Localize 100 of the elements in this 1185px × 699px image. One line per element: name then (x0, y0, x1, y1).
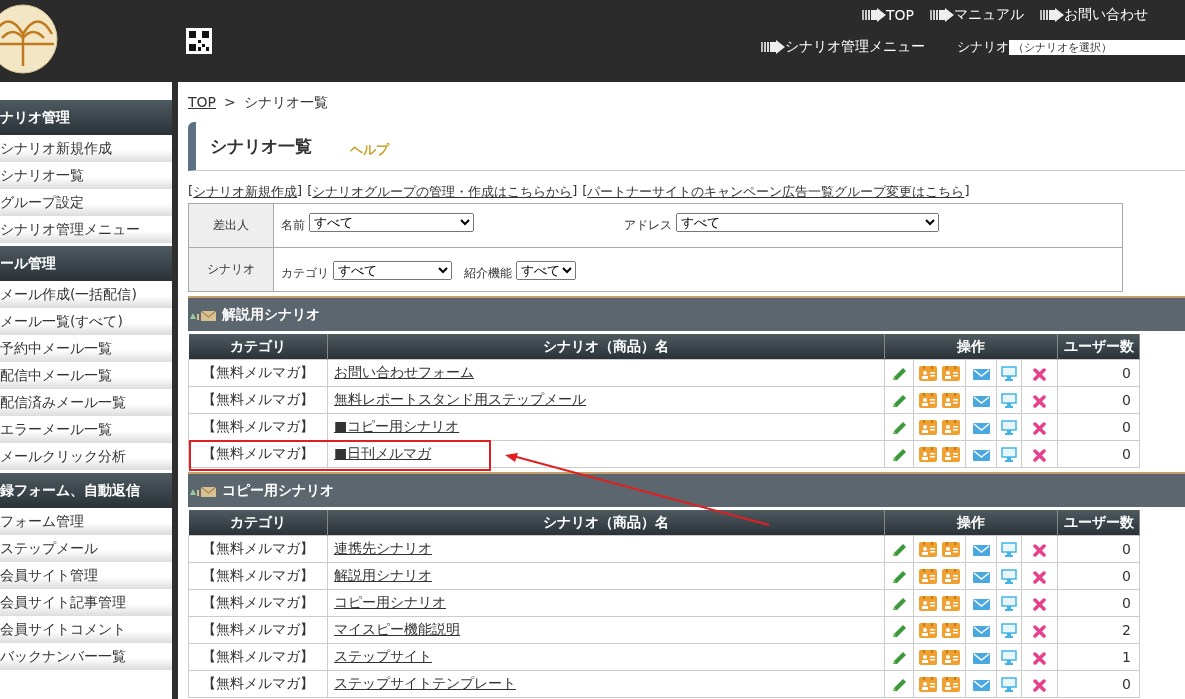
user-count: 0 (1057, 440, 1140, 468)
scenario-select[interactable]: （シナリオを選択） (1009, 39, 1185, 55)
monitor-icon (1001, 596, 1017, 612)
field-label: 名前 (281, 217, 305, 234)
sidebar-heading: ール管理 (0, 246, 172, 281)
user-count: 0 (1057, 359, 1140, 387)
field-label: カテゴリ (281, 265, 329, 282)
section-title: コピー用シナリオ (222, 481, 334, 500)
id-card-icon (941, 366, 960, 382)
monitor-icon (1001, 650, 1017, 666)
filter-select[interactable]: すべて (676, 213, 939, 232)
envelope-icon (972, 625, 990, 637)
scenario-link[interactable]: コピー用シナリオ (334, 594, 446, 610)
breadcrumb-current: シナリオ一覧 (243, 94, 328, 112)
user-count: 0 (1057, 386, 1140, 414)
table-cell: 【無料メルマガ】 (188, 535, 328, 563)
nav-link[interactable]: シナリオ管理メニュー (761, 38, 925, 56)
table-cell: 【無料メルマガ】 (188, 359, 328, 387)
delete-icon (1033, 651, 1046, 665)
envelope-icon (972, 449, 990, 461)
arrow-icon (930, 8, 954, 22)
envelope-icon (972, 544, 990, 556)
monitor-icon (1001, 447, 1017, 463)
column-header: 操作 (884, 334, 1058, 360)
envelope-icon (972, 422, 990, 434)
breadcrumb-separator: > (224, 94, 236, 112)
envelope-icon (972, 679, 990, 691)
table-cell: 【無料メルマガ】 (188, 589, 328, 617)
qr-code-icon (186, 28, 212, 54)
envelope-icon (972, 395, 990, 407)
scenario-link[interactable]: お問い合わせフォーム (334, 364, 474, 380)
column-header: カテゴリ (188, 334, 328, 360)
envelope-icon (972, 368, 990, 380)
pencil-icon (891, 365, 907, 382)
user-count: 0 (1057, 670, 1140, 698)
filter-label: シナリオ (188, 247, 274, 292)
monitor-icon (1001, 677, 1017, 693)
id-card-icon (941, 447, 960, 463)
pencil-icon (891, 392, 907, 409)
filter-select[interactable]: すべて (516, 261, 576, 280)
monitor-icon (1001, 420, 1017, 436)
id-card-icon (919, 677, 938, 693)
monitor-icon (1001, 393, 1017, 409)
column-header: カテゴリ (188, 510, 328, 536)
monitor-icon (1001, 366, 1017, 382)
pencil-icon (891, 595, 907, 612)
table-cell: 【無料メルマガ】 (188, 413, 328, 441)
id-card-icon (941, 677, 960, 693)
scenario-link[interactable]: ステップサイト (334, 648, 432, 664)
section-title: 解説用シナリオ (222, 305, 320, 324)
filter-label: 差出人 (188, 203, 274, 248)
pencil-icon (891, 568, 907, 585)
arrow-icon (862, 8, 886, 22)
action-link[interactable]: シナリオ新規作成 (193, 183, 298, 201)
id-card-icon (919, 542, 938, 558)
delete-icon (1033, 570, 1046, 584)
table-cell: 【無料メルマガ】 (188, 643, 328, 671)
table-cell: 【無料メルマガ】 (188, 670, 328, 698)
bracket-text: ] (297, 183, 303, 200)
nav-link[interactable]: お問い合わせ (1040, 6, 1148, 24)
page-title: シナリオ一覧 (209, 134, 312, 158)
bracket-text: [ (307, 183, 313, 200)
filter-select[interactable]: すべて (333, 261, 452, 280)
id-card-icon (919, 569, 938, 585)
monitor-icon (1001, 569, 1017, 585)
table-cell: 【無料メルマガ】 (188, 386, 328, 414)
scenario-link[interactable]: 解説用シナリオ (334, 567, 432, 583)
scenario-link[interactable]: 連携先シナリオ (334, 540, 432, 556)
column-header: ユーザー数 (1057, 334, 1140, 360)
id-card-icon (919, 420, 938, 436)
id-card-icon (941, 596, 960, 612)
id-card-icon (919, 393, 938, 409)
filter-select[interactable]: すべて (309, 213, 474, 232)
delete-icon (1033, 597, 1046, 611)
monitor-icon (1001, 542, 1017, 558)
table-cell: 【無料メルマガ】 (188, 616, 328, 644)
arrow-icon (761, 40, 785, 54)
table-cell: 【無料メルマガ】 (188, 440, 328, 468)
action-link[interactable]: パートナーサイトのキャンペーン広告一覧グループ変更はこちら (587, 183, 965, 201)
user-count: 0 (1057, 535, 1140, 563)
breadcrumb-link[interactable]: TOP (188, 94, 216, 112)
id-card-icon (919, 447, 938, 463)
pencil-icon (891, 446, 907, 463)
nav-link[interactable]: マニュアル (930, 6, 1024, 24)
id-card-icon (941, 650, 960, 666)
scenario-link[interactable]: ■コピー用シナリオ (334, 418, 460, 434)
scenario-link[interactable]: ステップサイトテンプレート (334, 675, 516, 691)
pencil-icon (891, 676, 907, 693)
id-card-icon (941, 393, 960, 409)
nav-link[interactable]: TOP (862, 6, 914, 24)
scenario-link[interactable]: マイスピー機能説明 (334, 621, 460, 637)
user-count: 0 (1057, 413, 1140, 441)
pencil-icon (891, 622, 907, 639)
column-header: シナリオ（商品）名 (327, 510, 885, 536)
bracket-text: ] (964, 183, 970, 200)
column-header: シナリオ（商品）名 (327, 334, 885, 360)
action-link[interactable]: シナリオグループの管理・作成はこちらから (312, 183, 573, 201)
envelope-icon (190, 308, 216, 321)
scenario-link[interactable]: ■日刊メルマガ (334, 445, 432, 461)
field-label: 紹介機能 (464, 265, 512, 282)
